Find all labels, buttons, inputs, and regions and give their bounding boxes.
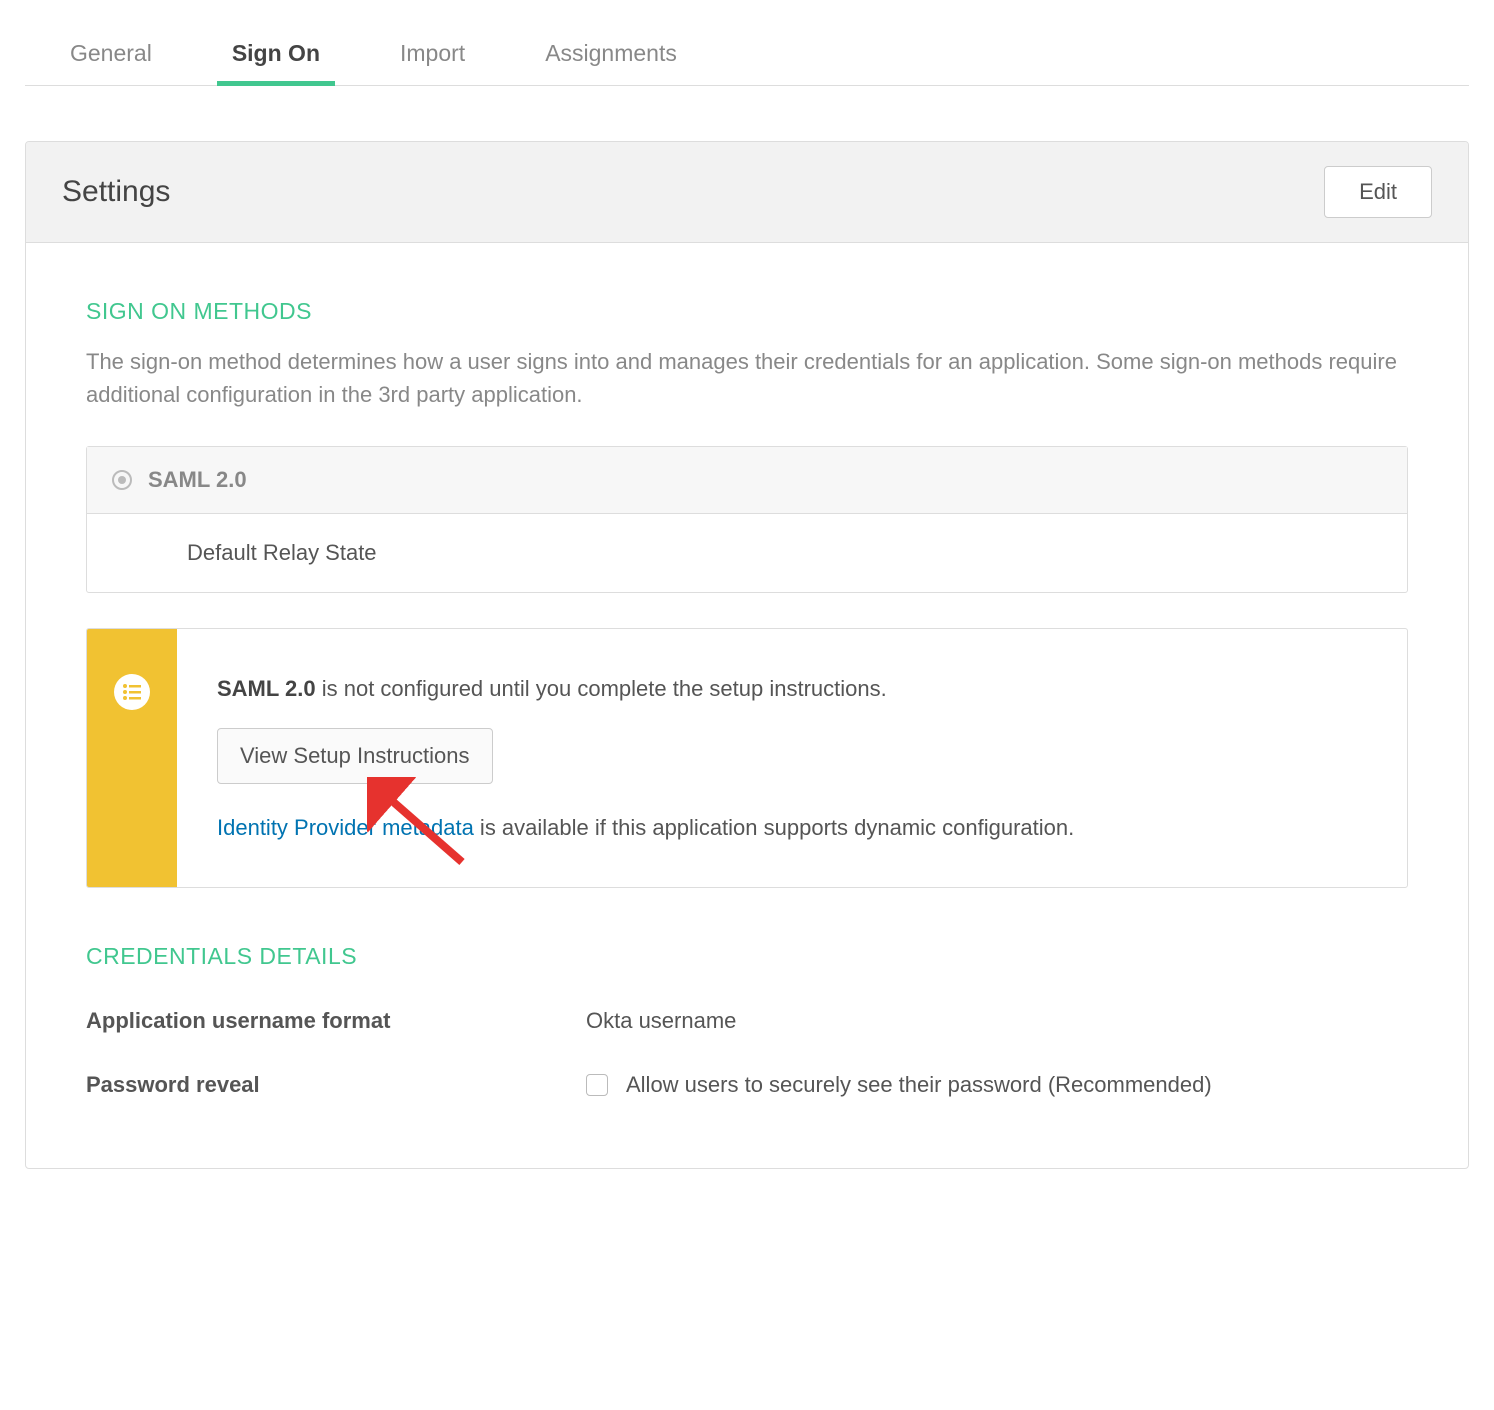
settings-card: Settings Edit SIGN ON METHODS The sign-o…	[25, 141, 1469, 1169]
settings-header: Settings Edit	[26, 142, 1468, 243]
radio-selected-icon	[112, 470, 132, 490]
signon-section-desc: The sign-on method determines how a user…	[86, 345, 1408, 411]
idp-metadata-link[interactable]: Identity Provider metadata	[217, 815, 474, 840]
tab-sign-on[interactable]: Sign On	[217, 30, 335, 85]
list-icon	[114, 674, 150, 710]
tab-assignments[interactable]: Assignments	[530, 30, 692, 85]
alert-text: is not configured until you complete the…	[316, 676, 887, 701]
relay-state-label: Default Relay State	[87, 514, 1407, 592]
alert-content: SAML 2.0 is not configured until you com…	[177, 629, 1407, 887]
credentials-row-username: Application username format Okta usernam…	[86, 1008, 1408, 1034]
settings-title: Settings	[62, 175, 170, 209]
idp-metadata-text: is available if this application support…	[474, 815, 1074, 840]
tab-import[interactable]: Import	[385, 30, 480, 85]
alert-strip	[87, 629, 177, 887]
signon-option-box: SAML 2.0 Default Relay State	[86, 446, 1408, 593]
setup-alert: SAML 2.0 is not configured until you com…	[86, 628, 1408, 888]
username-format-value: Okta username	[586, 1008, 736, 1034]
tab-general[interactable]: General	[55, 30, 167, 85]
alert-strong: SAML 2.0	[217, 676, 316, 701]
view-setup-button[interactable]: View Setup Instructions	[217, 728, 493, 784]
signon-section-title: SIGN ON METHODS	[86, 298, 1408, 325]
credentials-section-title: CREDENTIALS DETAILS	[86, 943, 1408, 970]
password-reveal-checkbox[interactable]	[586, 1074, 608, 1096]
password-reveal-text: Allow users to securely see their passwo…	[626, 1072, 1212, 1098]
tab-bar: General Sign On Import Assignments	[25, 30, 1469, 86]
edit-button[interactable]: Edit	[1324, 166, 1432, 218]
credentials-row-password: Password reveal Allow users to securely …	[86, 1072, 1408, 1098]
username-format-label: Application username format	[86, 1008, 586, 1034]
settings-body: SIGN ON METHODS The sign-on method deter…	[26, 243, 1468, 1168]
password-reveal-label: Password reveal	[86, 1072, 586, 1098]
signon-option-label: SAML 2.0	[148, 467, 247, 493]
signon-option-header[interactable]: SAML 2.0	[87, 447, 1407, 514]
